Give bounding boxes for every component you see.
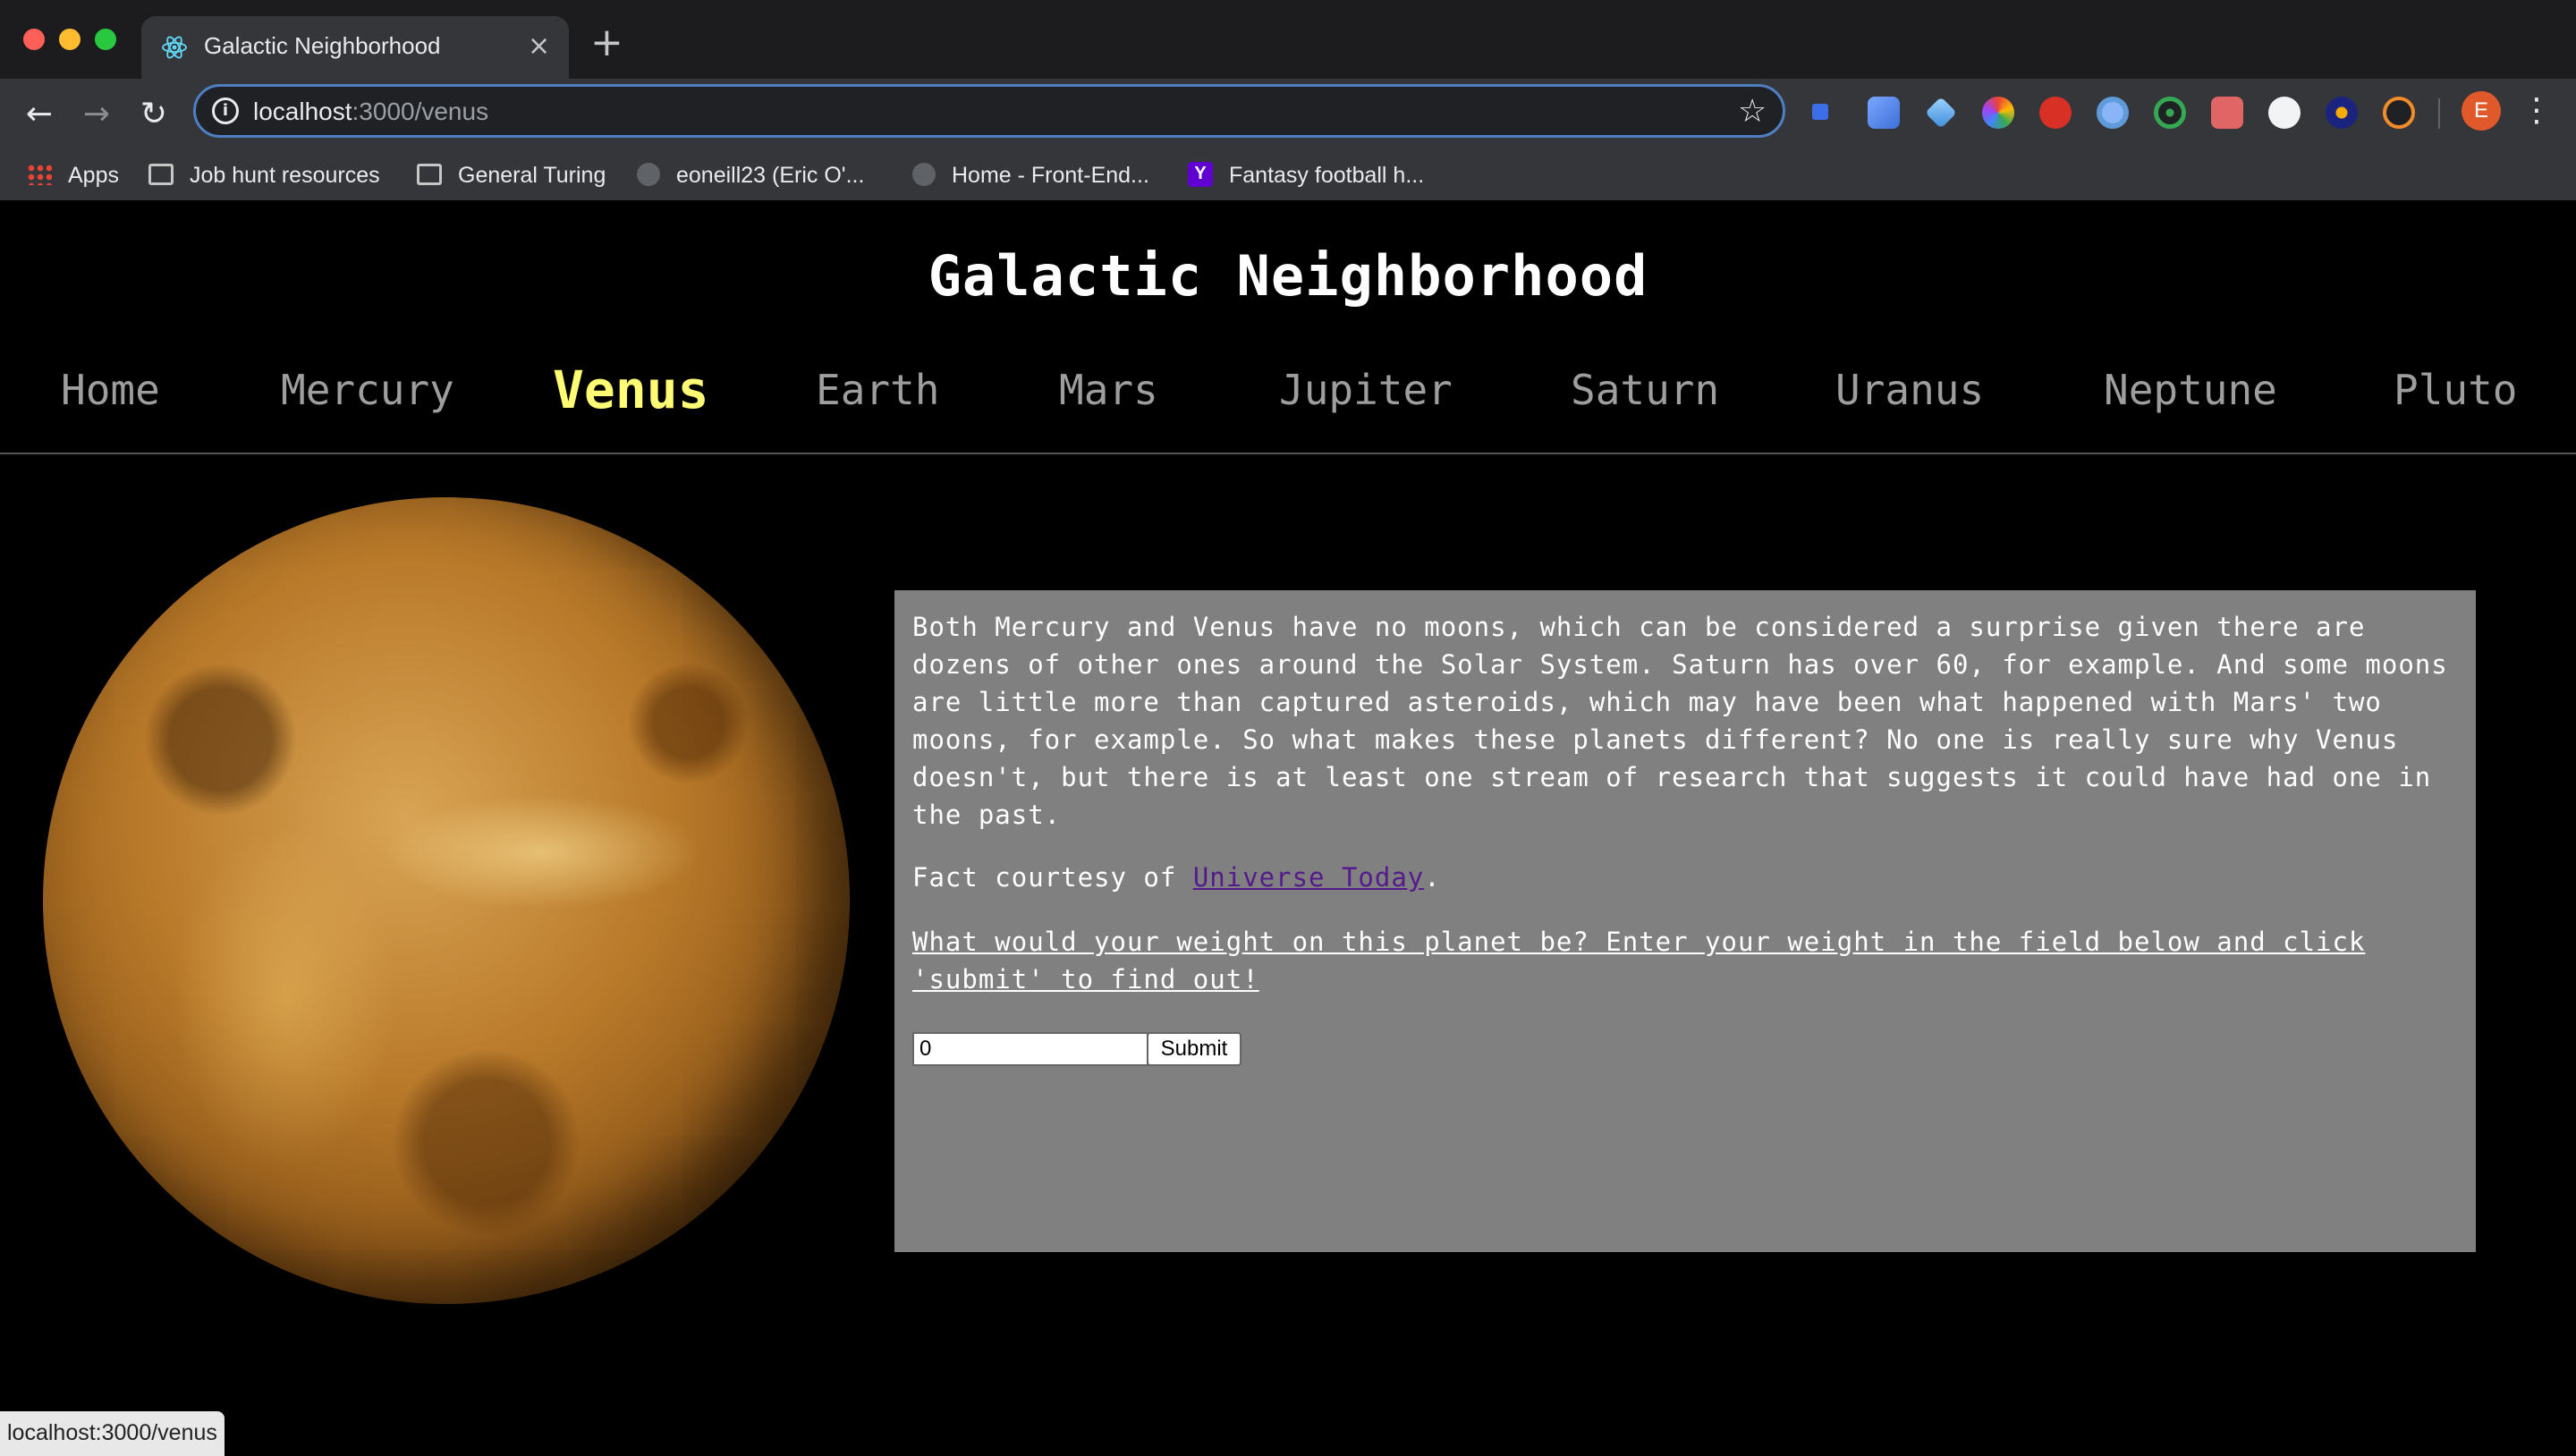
bookmark-fantasy-football[interactable]: Y Fantasy football h...	[1188, 159, 1424, 191]
url-text: localhost:3000/venus	[253, 97, 488, 126]
bookmark-label: Job hunt resources	[190, 163, 380, 188]
weight-form: Submit	[912, 1032, 2458, 1066]
extension-highlighter-icon[interactable]	[1925, 97, 1957, 129]
site-title: Galactic Neighborhood	[928, 243, 1648, 309]
extension-colorwheel-icon[interactable]	[1982, 97, 2014, 129]
venus-planet-image	[43, 497, 850, 1304]
planet-fact: Both Mercury and Venus have no moons, wh…	[912, 612, 2448, 830]
bookmarks-bar: Apps Job hunt resources General Turing e…	[0, 150, 2576, 200]
site-icon	[912, 163, 936, 187]
nav-uranus[interactable]: Uranus	[1835, 354, 1984, 426]
browser-chrome: Galactic Neighborhood × + ← → ↻ i localh…	[0, 0, 2576, 200]
page-content: Galactic Neighborhood Home Mercury Venus…	[0, 200, 2576, 1456]
weight-input[interactable]	[912, 1032, 1148, 1066]
fact-credit: Fact courtesy of Universe Today.	[912, 859, 2458, 896]
url-path: :3000/venus	[352, 97, 489, 125]
site-info-icon[interactable]: i	[212, 97, 239, 124]
extension-swirl-icon[interactable]	[2383, 97, 2415, 129]
nav-divider	[0, 453, 2576, 454]
reload-icon[interactable]: ↻	[131, 91, 177, 138]
extension-dropper-icon[interactable]	[1868, 97, 1900, 129]
nav-saturn[interactable]: Saturn	[1571, 354, 1719, 426]
address-bar[interactable]: i localhost:3000/venus ☆	[193, 84, 1785, 138]
tab-title: Galactic Neighborhood	[204, 32, 441, 59]
extension-target-icon[interactable]	[2154, 97, 2186, 129]
planet-nav: Home Mercury Venus Earth Mars Jupiter Sa…	[0, 354, 2576, 426]
bookmark-front-end[interactable]: Home - Front-End...	[912, 159, 1149, 191]
tab-strip: Galactic Neighborhood × +	[0, 0, 2576, 79]
extension-hand-icon[interactable]	[2039, 97, 2072, 129]
toolbar-divider	[2438, 98, 2440, 129]
bookmark-star-icon[interactable]: ☆	[1738, 92, 1767, 131]
extension-braces-icon[interactable]	[2268, 97, 2301, 129]
bookmark-label: eoneill23 (Eric O'...	[676, 163, 865, 188]
profile-avatar[interactable]: E	[2462, 91, 2501, 131]
extension-square-icon[interactable]	[1812, 104, 1828, 120]
status-bar-url: localhost:3000/venus	[0, 1411, 225, 1456]
bookmark-general-turing[interactable]: General Turing	[417, 159, 606, 191]
weight-prompt: What would your weight on this planet be…	[912, 927, 2366, 995]
yahoo-icon: Y	[1188, 162, 1213, 188]
new-tab-button[interactable]: +	[590, 20, 623, 66]
nav-pluto[interactable]: Pluto	[2394, 354, 2517, 426]
nav-mars[interactable]: Mars	[1059, 354, 1158, 426]
folder-icon	[148, 164, 174, 186]
tab-close-icon[interactable]: ×	[528, 29, 550, 64]
extension-bug-icon[interactable]	[2211, 97, 2243, 129]
nav-venus[interactable]: Venus	[553, 354, 709, 426]
browser-tab[interactable]: Galactic Neighborhood ×	[141, 16, 569, 79]
browser-menu-icon[interactable]: ⋮	[2521, 88, 2553, 134]
window-minimize-button[interactable]	[59, 29, 80, 50]
submit-button[interactable]: Submit	[1147, 1032, 1241, 1066]
bookmark-github[interactable]: eoneill23 (Eric O'...	[637, 159, 864, 191]
bookmark-label: Home - Front-End...	[952, 163, 1149, 188]
credit-suffix: .	[1424, 862, 1441, 893]
bookmark-label: Apps	[68, 163, 119, 188]
url-host: localhost	[253, 97, 352, 125]
bookmark-apps[interactable]: Apps	[27, 159, 119, 191]
github-icon	[637, 163, 660, 187]
browser-toolbar: ← → ↻ i localhost:3000/venus ☆ E ⋮	[0, 79, 2576, 150]
bookmark-label: Fantasy football h...	[1229, 163, 1425, 188]
apps-grid-icon	[27, 164, 52, 186]
credit-prefix: Fact courtesy of	[912, 862, 1193, 893]
react-icon	[162, 36, 187, 59]
nav-mercury[interactable]: Mercury	[281, 354, 454, 426]
nav-neptune[interactable]: Neptune	[2104, 354, 2277, 426]
nav-earth[interactable]: Earth	[816, 354, 939, 426]
bookmark-job-hunt[interactable]: Job hunt resources	[148, 159, 380, 191]
bookmark-label: General Turing	[458, 163, 606, 188]
extension-circle-icon[interactable]	[2097, 97, 2129, 129]
window-close-button[interactable]	[23, 29, 45, 50]
folder-icon	[417, 164, 442, 186]
forward-arrow-icon[interactable]: →	[73, 91, 120, 138]
nav-home[interactable]: Home	[61, 354, 160, 426]
extension-badge-icon[interactable]	[2326, 97, 2358, 129]
window-maximize-button[interactable]	[95, 29, 116, 50]
back-arrow-icon[interactable]: ←	[16, 91, 63, 138]
fact-panel: Both Mercury and Venus have no moons, wh…	[894, 590, 2476, 1252]
universe-today-link[interactable]: Universe Today	[1193, 862, 1424, 893]
nav-jupiter[interactable]: Jupiter	[1279, 354, 1453, 426]
